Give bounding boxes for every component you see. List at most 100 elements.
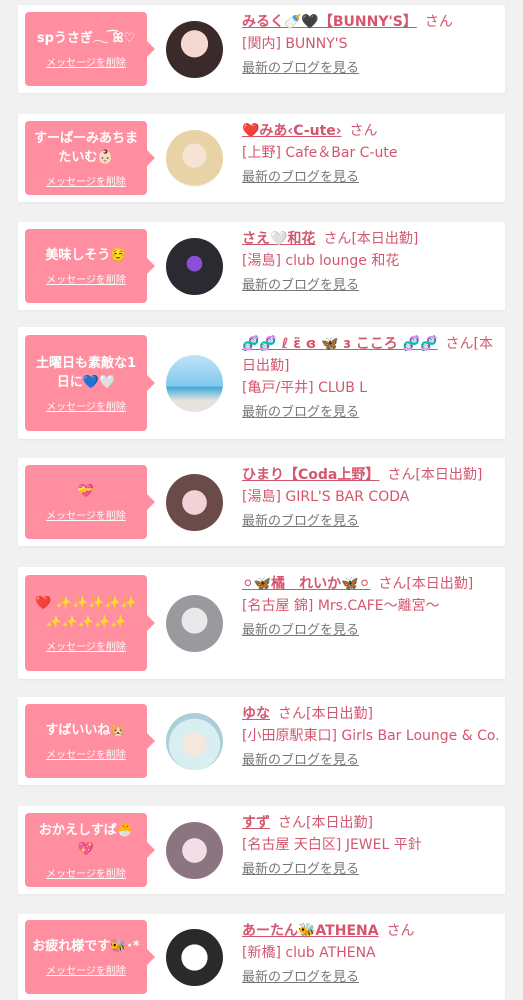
working-today-badge: [本日出勤]	[415, 467, 483, 483]
message-bubble: 美味しそう☺️ メッセージを削除	[25, 229, 155, 303]
sender-info: みるく🍼🖤【BUNNY'S】 さん [関内] BUNNY'S 最新のブログを見る	[242, 11, 500, 79]
delete-message-link[interactable]: メッセージを削除	[46, 398, 126, 413]
message-card: 土曜日も素敵な1日に💙🤍 メッセージを削除 🧬🧬 ℓ ɛ̃ ɞ 🦋 ɜ こころ 🧬🧬…	[18, 327, 505, 439]
profile-photo-icon[interactable]	[166, 822, 223, 879]
sender-name-link[interactable]: さえ🤍和花	[242, 231, 315, 247]
latest-blog-link[interactable]: 最新のブログを見る	[242, 403, 359, 423]
honorific-label: さん	[378, 576, 407, 592]
delete-message-link[interactable]: メッセージを削除	[46, 507, 126, 522]
sender-name-line: ❤️みあ‹C-ute› さん	[242, 120, 500, 142]
message-bubble: すーぱーみあちまたいむ👶🏻 メッセージを削除	[25, 121, 155, 195]
sender-name-line: あーたん🐝ATHENA さん	[242, 920, 500, 942]
profile-photo-icon[interactable]	[166, 130, 223, 187]
message-text: 土曜日も素敵な1日に💙🤍	[35, 355, 137, 390]
latest-blog-link[interactable]: 最新のブログを見る	[242, 860, 359, 880]
sender-name-link[interactable]: ひまり【Coda上野】	[242, 467, 379, 483]
sender-name-line: さえ🤍和花 さん[本日出勤]	[242, 228, 500, 250]
profile-photo-icon[interactable]	[166, 713, 223, 770]
delete-message-link[interactable]: メッセージを削除	[46, 173, 126, 188]
message-list: spうさぎ𓂃 ͡ꕤ♡ メッセージを削除 みるく🍼🖤【BUNNY'S】 さん [関内] B…	[0, 0, 523, 1000]
sender-info: すず さん[本日出勤] [名古屋 天白区] JEWEL 平針最新のブログを見る	[242, 812, 500, 880]
profile-photo-icon[interactable]	[166, 474, 223, 531]
message-bubble: おかえしすば🐣💖 メッセージを削除	[25, 813, 155, 887]
sender-info: ⚪︎🦋橘 れいか🦋⚪︎ さん[本日出勤] [名古屋 錦] Mrs.CAFE〜離宮〜最…	[242, 573, 500, 641]
message-text: おかえしすば🐣💖	[39, 822, 133, 857]
working-today-badge: [本日出勤]	[306, 815, 373, 831]
sender-info: ❤️みあ‹C-ute› さん [上野] Cafe＆Bar C-ute 最新のブログを見…	[242, 120, 500, 188]
sender-name-link[interactable]: すず	[242, 815, 270, 831]
honorific-label: さん	[278, 815, 306, 831]
message-text: spうさぎ𓂃 ͡ꕤ♡	[36, 31, 136, 46]
sender-info: さえ🤍和花 さん[本日出勤] [湯島] club lounge 和花最新のブログを見…	[242, 228, 500, 296]
message-bubble: 土曜日も素敵な1日に💙🤍 メッセージを削除	[25, 335, 155, 431]
honorific-label: さん	[386, 923, 415, 939]
sender-name-link[interactable]: 🧬🧬 ℓ ɛ̃ ɞ 🦋 ɜ こころ 🧬🧬	[242, 336, 438, 352]
message-text: すばいいね🐹	[45, 723, 127, 738]
honorific-label: さん	[323, 231, 352, 247]
shop-label: [湯島] club lounge 和花	[242, 253, 400, 269]
sender-name-link[interactable]: ⚪︎🦋橘 れいか🦋⚪︎	[242, 576, 370, 592]
profile-photo-icon[interactable]	[166, 929, 223, 986]
delete-message-link[interactable]: メッセージを削除	[46, 746, 126, 761]
message-bubble: お疲れ様です🐝･* メッセージを削除	[25, 920, 155, 994]
profile-photo-icon[interactable]	[166, 355, 223, 412]
message-card: お疲れ様です🐝･* メッセージを削除 あーたん🐝ATHENA さん [新橋] club …	[18, 914, 505, 1000]
sender-name-line: すず さん[本日出勤]	[242, 812, 500, 834]
shop-label: [関内] BUNNY'S	[242, 36, 348, 52]
message-text: ❤️ ✨✨✨✨✨✨✨✨✨✨	[35, 595, 137, 630]
sender-info: あーたん🐝ATHENA さん [新橋] club ATHENA 最新のブログを見る	[242, 920, 500, 988]
latest-blog-link[interactable]: 最新のブログを見る	[242, 59, 359, 79]
delete-message-link[interactable]: メッセージを削除	[46, 54, 126, 69]
message-text: 💝	[77, 484, 95, 499]
sender-name-line: ⚪︎🦋橘 れいか🦋⚪︎ さん[本日出勤]	[242, 573, 500, 595]
delete-message-link[interactable]: メッセージを削除	[46, 865, 126, 880]
message-bubble: すばいいね🐹 メッセージを削除	[25, 704, 155, 778]
working-today-badge: [本日出勤]	[351, 231, 419, 247]
message-card: すーぱーみあちまたいむ👶🏻 メッセージを削除 ❤️みあ‹C-ute› さん [上野] C…	[18, 114, 505, 202]
sender-info: 🧬🧬 ℓ ɛ̃ ɞ 🦋 ɜ こころ 🧬🧬 さん[本日出勤] [亀戸/平井] CLUB…	[242, 333, 500, 423]
sender-name-link[interactable]: あーたん🐝ATHENA	[242, 923, 379, 939]
delete-message-link[interactable]: メッセージを削除	[46, 271, 126, 286]
profile-photo-icon[interactable]	[166, 21, 223, 78]
sender-name-link[interactable]: ゆな	[242, 706, 270, 722]
message-text: お疲れ様です🐝･*	[32, 939, 140, 954]
sender-name-line: ゆな さん[本日出勤]	[242, 703, 500, 725]
shop-label: [名古屋 錦] Mrs.CAFE〜離宮〜	[242, 598, 440, 614]
sender-name-line: 🧬🧬 ℓ ɛ̃ ɞ 🦋 ɜ こころ 🧬🧬 さん[本日出勤]	[242, 333, 500, 377]
message-card: 美味しそう☺️ メッセージを削除 さえ🤍和花 さん[本日出勤] [湯島] club lo…	[18, 222, 505, 310]
message-bubble: ❤️ ✨✨✨✨✨✨✨✨✨✨ メッセージを削除	[25, 575, 155, 671]
shop-label: [新橋] club ATHENA	[242, 945, 376, 961]
latest-blog-link[interactable]: 最新のブログを見る	[242, 276, 359, 296]
shop-label: [亀戸/平井] CLUB L	[242, 380, 368, 396]
latest-blog-link[interactable]: 最新のブログを見る	[242, 968, 359, 988]
message-text: すーぱーみあちまたいむ👶🏻	[33, 130, 138, 165]
sender-info: ひまり【Coda上野】 さん[本日出勤] [湯島] GIRL'S BAR CODA 最…	[242, 464, 500, 532]
message-bubble: spうさぎ𓂃 ͡ꕤ♡ メッセージを削除	[25, 12, 155, 86]
working-today-badge: [本日出勤]	[406, 576, 474, 592]
message-card: 💝 メッセージを削除 ひまり【Coda上野】 さん[本日出勤] [湯島] GIRL'S …	[18, 458, 505, 546]
sender-name-link[interactable]: ❤️みあ‹C-ute›	[242, 123, 342, 139]
latest-blog-link[interactable]: 最新のブログを見る	[242, 621, 359, 641]
message-card: ❤️ ✨✨✨✨✨✨✨✨✨✨ メッセージを削除 ⚪︎🦋橘 れいか🦋⚪︎ さん[本日出勤]…	[18, 567, 505, 679]
honorific-label: さん	[424, 14, 453, 30]
latest-blog-link[interactable]: 最新のブログを見る	[242, 512, 359, 532]
latest-blog-link[interactable]: 最新のブログを見る	[242, 168, 359, 188]
message-bubble: 💝 メッセージを削除	[25, 465, 155, 539]
sender-info: ゆな さん[本日出勤] [小田原駅東口] Girls Bar Lounge & Co…	[242, 703, 500, 771]
profile-photo-icon[interactable]	[166, 238, 223, 295]
message-card: おかえしすば🐣💖 メッセージを削除 すず さん[本日出勤] [名古屋 天白区] JEWE…	[18, 806, 505, 894]
working-today-badge: [本日出勤]	[306, 706, 373, 722]
message-text: 美味しそう☺️	[45, 248, 127, 263]
latest-blog-link[interactable]: 最新のブログを見る	[242, 751, 359, 771]
message-card: すばいいね🐹 メッセージを削除 ゆな さん[本日出勤] [小田原駅東口] Girls B…	[18, 697, 505, 785]
shop-label: [上野] Cafe＆Bar C-ute	[242, 145, 398, 161]
delete-message-link[interactable]: メッセージを削除	[46, 962, 126, 977]
sender-name-link[interactable]: みるく🍼🖤【BUNNY'S】	[242, 14, 417, 30]
sender-name-line: ひまり【Coda上野】 さん[本日出勤]	[242, 464, 500, 486]
delete-message-link[interactable]: メッセージを削除	[46, 638, 126, 653]
honorific-label: さん	[349, 123, 378, 139]
honorific-label: さん	[387, 467, 416, 483]
shop-label: [名古屋 天白区] JEWEL 平針	[242, 837, 422, 853]
sender-name-line: みるく🍼🖤【BUNNY'S】 さん	[242, 11, 500, 33]
profile-photo-icon[interactable]	[166, 595, 223, 652]
